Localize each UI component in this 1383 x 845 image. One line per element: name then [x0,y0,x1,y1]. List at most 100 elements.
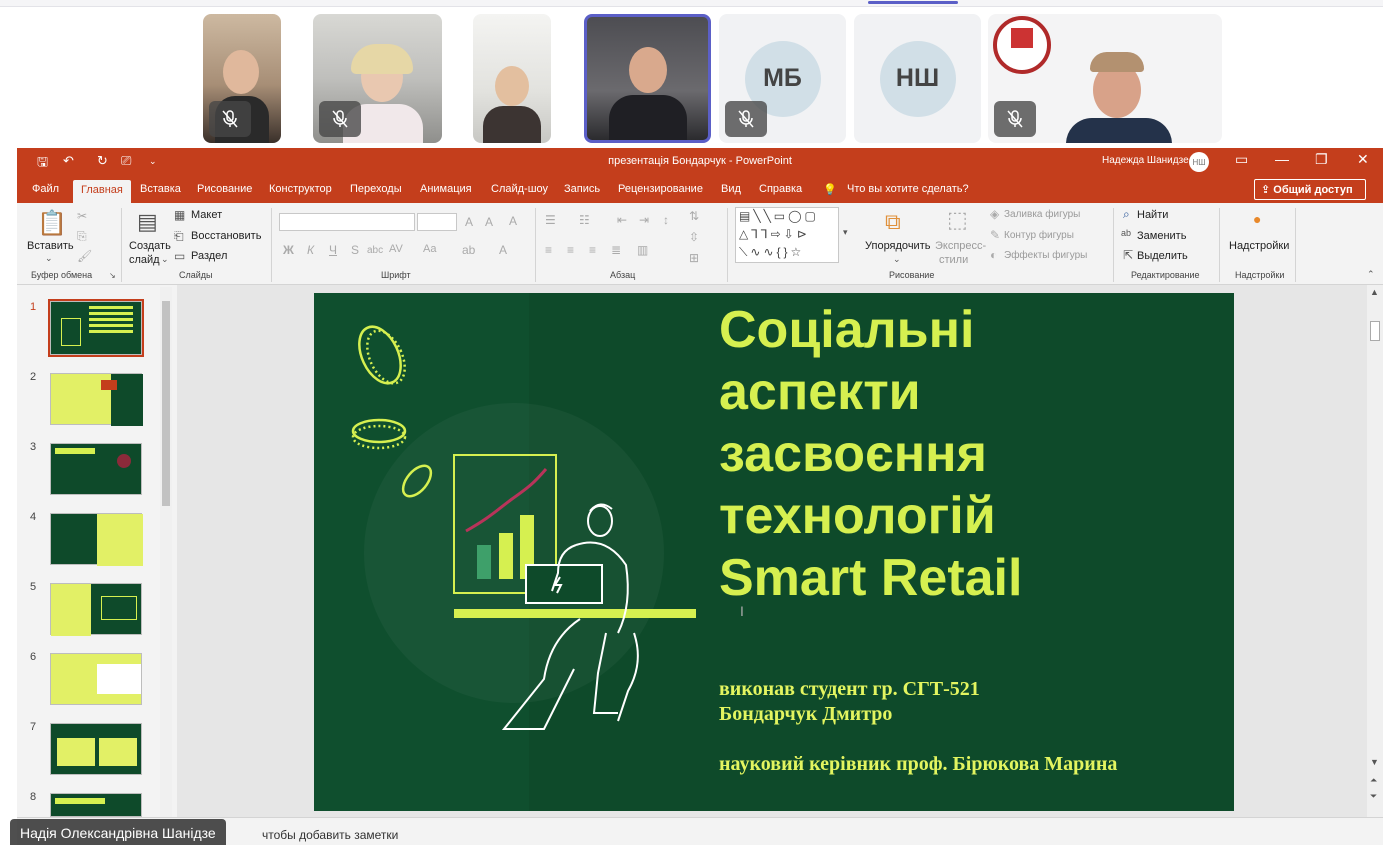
participant-tile-6[interactable]: НШ [854,14,981,143]
participant-tile-5[interactable]: МБ [719,14,846,143]
tab-file[interactable]: Файл [32,183,59,195]
chevron-down-icon[interactable]: ⌄ [45,253,53,264]
quick-styles-button[interactable]: Экспресс- [935,240,986,252]
font-size-input[interactable] [417,213,457,231]
smartart-icon[interactable]: ⊞ [689,251,699,265]
decrease-indent-icon[interactable]: ⇤ [617,213,627,227]
font-color-icon[interactable]: A [499,243,507,257]
slide-thumbnail-1[interactable] [48,299,144,357]
thumbnail-scrollbar[interactable] [160,287,172,817]
scroll-up-icon[interactable]: ▲ [1370,287,1379,297]
tab-view[interactable]: Вид [721,183,741,195]
increase-indent-icon[interactable]: ⇥ [639,213,649,227]
shape-fill-button[interactable]: Заливка фигуры [1004,209,1080,220]
quick-styles-label[interactable]: стили [939,254,968,266]
collapse-ribbon-icon[interactable]: ⌃ [1367,269,1375,280]
replace-button[interactable]: Заменить [1137,230,1186,242]
shape-outline-button[interactable]: Контур фигуры [1004,230,1074,241]
shrink-font-icon[interactable]: A [485,215,493,229]
select-button[interactable]: Выделить [1137,250,1188,262]
arrange-button[interactable]: Упорядочить [865,240,930,252]
chevron-down-icon[interactable]: ⌄ [893,254,901,265]
text-direction-icon[interactable]: ⇅ [689,209,699,223]
participant-tile-1[interactable] [203,14,281,143]
minimize-icon[interactable]: — [1275,151,1289,167]
gallery-more-icon[interactable]: ▾ [843,227,848,238]
user-name[interactable]: Надежда Шанидзе [1102,155,1189,166]
slide-thumbnail-2[interactable] [50,373,143,426]
format-painter-icon[interactable]: 🖌 [77,249,92,263]
tab-review[interactable]: Рецензирование [618,183,703,195]
new-slide-button[interactable]: Создать [129,240,171,252]
align-center-icon[interactable]: ≡ [567,243,574,257]
tab-help[interactable]: Справка [759,183,802,195]
participant-tile-2[interactable] [313,14,442,143]
strikethrough-icon[interactable]: abc [367,245,383,256]
slide-thumbnail-7[interactable] [50,723,142,775]
slide-thumbnail-5[interactable] [50,583,142,636]
font-name-input[interactable] [279,213,415,231]
tab-animations[interactable]: Анимация [420,183,472,195]
new-slide-label[interactable]: слайд [129,254,160,266]
slide-thumbnail-8[interactable] [50,793,142,817]
change-case-icon[interactable]: Aa [423,243,436,255]
char-spacing-icon[interactable]: AV [389,243,403,255]
slide-canvas[interactable]: Соціальні аспекти засвоєння технологій S… [314,293,1234,811]
justify-icon[interactable]: ≣ [611,243,621,257]
participant-tile-4[interactable] [584,14,711,143]
bold-icon[interactable]: Ж [283,243,294,257]
italic-icon[interactable]: К [307,243,314,257]
bullets-icon[interactable]: ☰ [545,213,556,227]
arrange-icon[interactable]: ⧉ [885,209,901,235]
columns-icon[interactable]: ▥ [637,243,648,257]
shadow-icon[interactable]: S [351,243,359,257]
slide-thumbnail-6[interactable] [50,653,142,705]
reset-button[interactable]: Восстановить [191,230,261,242]
author-line[interactable]: виконав студент гр. СГТ-521 [719,678,980,701]
tab-transitions[interactable]: Переходы [350,183,402,195]
grow-font-icon[interactable]: A [465,215,473,229]
paste-button[interactable]: Вставить [27,240,74,252]
paste-icon[interactable]: 📋 [37,209,67,238]
scrollbar-thumb[interactable] [162,301,170,506]
numbering-icon[interactable]: ☷ [579,213,590,227]
maximize-icon[interactable]: ❐ [1315,151,1328,168]
vertical-scrollbar[interactable]: ▲ ▼ ⏶ ⏷ [1367,285,1383,817]
find-button[interactable]: Найти [1137,209,1168,221]
share-button[interactable]: ⇪ Общий доступ ⌄ [1254,179,1366,209]
scrollbar-thumb[interactable] [1370,321,1380,341]
tab-home[interactable]: Главная [73,180,131,203]
scroll-down-icon[interactable]: ▼ [1370,757,1379,767]
participant-tile-3[interactable] [473,14,551,143]
clear-format-icon[interactable]: A [509,214,517,228]
close-icon[interactable]: ✕ [1357,151,1369,168]
notes-placeholder[interactable]: чтобы добавить заметки [262,828,398,842]
align-text-icon[interactable]: ⇳ [689,230,699,244]
slide-thumbnail-3[interactable] [50,443,142,495]
dialog-launcher-icon[interactable]: ↘ [109,271,116,280]
new-slide-icon[interactable]: ▤ [137,209,158,235]
shapes-gallery[interactable]: ▤╲╲▭◯▢ △⅂⅂⇨⇩⊳ ⟍∿∿{}☆ [735,207,839,263]
tab-design[interactable]: Конструктор [269,183,332,195]
shape-effects-button[interactable]: Эффекты фигуры [1004,250,1087,261]
tab-draw[interactable]: Рисование [197,183,252,195]
section-button[interactable]: Раздел [191,250,227,262]
chevron-down-icon[interactable]: ⌄ [161,254,169,265]
underline-icon[interactable]: Ч [329,243,337,257]
previous-slide-icon[interactable]: ⏶ [1370,775,1377,786]
quick-styles-icon[interactable]: ⬚ [947,207,968,233]
line-spacing-icon[interactable]: ↕ [663,213,669,227]
author-name[interactable]: Бондарчук Дмитро [719,703,892,726]
tab-slideshow[interactable]: Слайд-шоу [491,183,548,195]
slide-thumbnail-4[interactable] [50,513,143,566]
tell-me-search[interactable]: Что вы хотите сделать? [847,183,969,195]
layout-button[interactable]: Макет [191,209,222,221]
tab-record[interactable]: Запись [564,183,600,195]
slide-title[interactable]: Соціальні аспекти засвоєння технологій S… [719,299,1229,609]
highlight-icon[interactable]: ab [462,243,475,257]
cut-icon[interactable]: ✂ [77,209,87,223]
align-right-icon[interactable]: ≡ [589,243,596,257]
supervisor-line[interactable]: науковий керівник проф. Бірюкова Марина [719,753,1117,776]
next-slide-icon[interactable]: ⏷ [1370,791,1377,802]
addins-icon[interactable]: ● [1253,211,1261,227]
